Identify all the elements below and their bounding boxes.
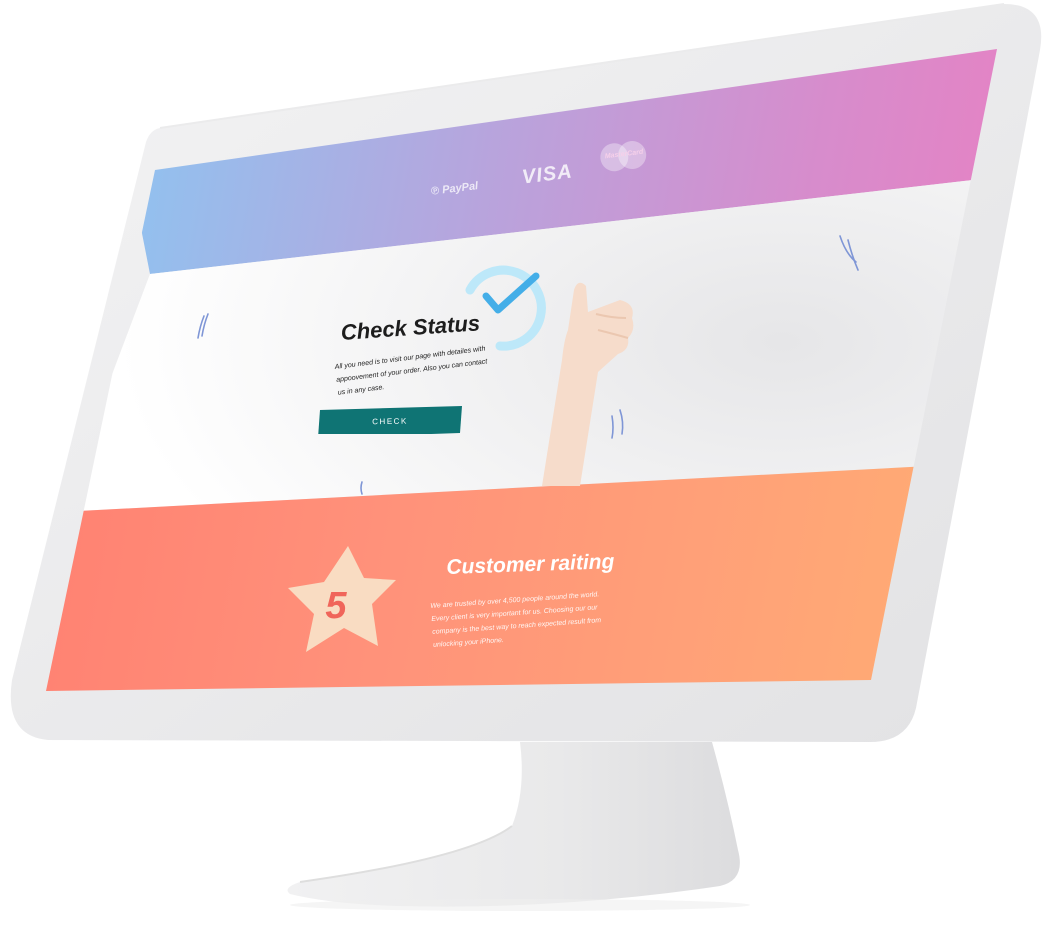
monitor-stand: [287, 742, 750, 911]
